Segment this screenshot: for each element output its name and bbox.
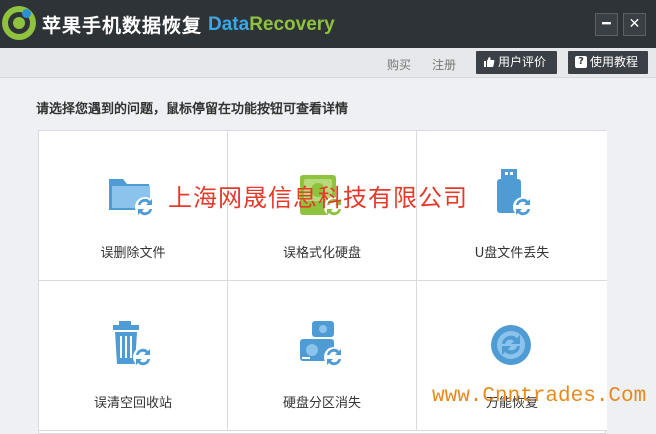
minimize-button[interactable]: ━	[595, 13, 618, 36]
brand-part-recovery: Recovery	[249, 14, 335, 35]
instruction-text: 请选择您遇到的问题，鼠标停留在功能按钮可查看详情	[36, 102, 349, 117]
option-label: 误清空回收站	[93, 396, 172, 411]
app-logo-icon	[2, 6, 36, 40]
buy-link[interactable]: 购买	[387, 56, 411, 73]
minimize-icon: ━	[602, 16, 611, 32]
brand-part-data: Data	[208, 14, 250, 35]
close-button[interactable]: ✕	[623, 13, 646, 36]
top-nav: 购买 注册 用户评价 ? 使用教程	[0, 48, 656, 78]
option-universal-recovery[interactable]: 万能恢复	[417, 281, 607, 431]
company-watermark: 上海网晟信息科技有限公司	[168, 184, 468, 212]
option-label: U盘文件丢失	[474, 246, 550, 261]
option-partition-lost[interactable]: 硬盘分区消失	[228, 281, 417, 431]
user-review-label: 用户评价	[498, 55, 547, 69]
user-review-button[interactable]: 用户评价	[476, 51, 557, 74]
title-bar: 苹果手机数据恢复 DataRecovery ━ ✕	[0, 0, 656, 48]
thumbs-up-icon	[483, 56, 495, 68]
option-label: 误格式化硬盘	[282, 246, 361, 261]
close-icon: ✕	[628, 16, 641, 32]
brand-logo-text: DataRecovery	[208, 14, 335, 36]
register-link[interactable]: 注册	[432, 56, 456, 73]
partition-icon	[292, 317, 352, 373]
folder-recover-icon	[103, 167, 163, 223]
tutorial-label: 使用教程	[590, 55, 639, 69]
tutorial-button[interactable]: ? 使用教程	[568, 51, 648, 74]
usb-drive-icon	[481, 167, 541, 223]
option-emptied-recycle-bin[interactable]: 误清空回收站	[39, 281, 228, 431]
app-title: 苹果手机数据恢复	[42, 15, 203, 37]
help-icon: ?	[575, 56, 587, 68]
app-window: 苹果手机数据恢复 DataRecovery ━ ✕ 购买 注册 用户评价 ? 使…	[0, 0, 656, 434]
option-label: 误删除文件	[100, 246, 166, 261]
url-watermark: www.Cnntrades.Com	[432, 385, 647, 408]
universal-recover-icon	[481, 317, 541, 373]
option-label: 硬盘分区消失	[282, 396, 361, 411]
recycle-bin-icon	[103, 317, 163, 373]
